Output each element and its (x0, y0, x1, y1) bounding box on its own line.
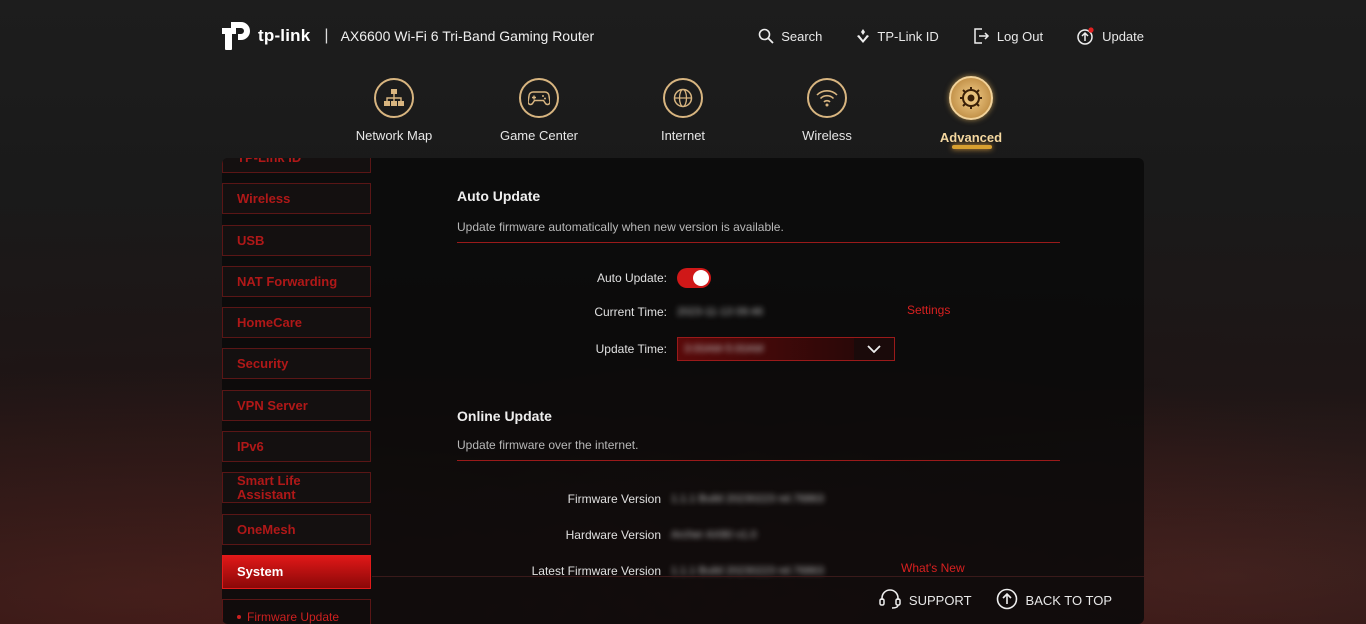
update-label: Update (1102, 28, 1144, 44)
search-icon (758, 28, 774, 44)
tplink-logo-icon (222, 19, 252, 53)
back-to-top-label: BACK TO TOP (1025, 593, 1112, 608)
back-to-top-button[interactable]: BACK TO TOP (996, 588, 1112, 613)
chevron-down-icon (854, 345, 894, 353)
gamepad-icon (519, 78, 559, 118)
network-map-icon (374, 78, 414, 118)
nav-advanced[interactable]: Advanced (899, 76, 1043, 149)
search-button[interactable]: Search (758, 28, 822, 44)
tplink-id-button[interactable]: TP-Link ID (856, 28, 939, 44)
section-divider (457, 460, 1060, 461)
sidebar-item-ipv6[interactable]: IPv6 (222, 431, 371, 463)
online-update-section: Online Update Update firmware over the i… (457, 408, 1060, 461)
update-time-select[interactable]: 3:00AM-5:00AM (677, 337, 895, 361)
sidebar-item-vpn-server[interactable]: VPN Server (222, 389, 371, 421)
sidebar-subitem-firmware-update[interactable]: Firmware Update (222, 599, 371, 624)
update-button[interactable]: Update (1077, 27, 1144, 45)
firmware-version-row: Firmware Version 1.1.1 Build 20230223 re… (451, 492, 824, 506)
router-model: AX6600 Wi-Fi 6 Tri-Band Gaming Router (340, 28, 595, 44)
nav-wireless[interactable]: Wireless (755, 76, 899, 143)
sidebar-item-smart-life-assistant[interactable]: Smart Life Assistant (222, 472, 371, 504)
hardware-version-label: Hardware Version (565, 528, 661, 542)
current-time-value: 2023-11-13 09:46 (677, 306, 764, 318)
sidebar: TP-Link ID Wireless USB NAT Forwarding H… (222, 158, 371, 624)
firmware-version-label: Firmware Version (567, 492, 661, 506)
auto-update-section: Auto Update Update firmware automaticall… (457, 188, 1060, 243)
bullet-icon (237, 615, 241, 620)
hardware-version-value: Archer AX80 v1.0 (671, 529, 757, 541)
tplink-id-label: TP-Link ID (877, 28, 939, 44)
update-time-label: Update Time: (595, 342, 667, 356)
arrow-up-circle-icon (996, 588, 1018, 613)
gear-icon (949, 76, 993, 120)
nav-internet[interactable]: Internet (611, 76, 755, 143)
auto-update-label: Auto Update: (596, 271, 667, 285)
hardware-version-row: Hardware Version Archer AX80 v1.0 (451, 528, 757, 542)
sidebar-item-system[interactable]: System (222, 554, 371, 589)
current-time-row: Current Time: 2023-11-13 09:46 Settings (457, 303, 950, 319)
nav-game-center[interactable]: Game Center (467, 76, 611, 143)
brand-logo[interactable]: tp-link (222, 19, 310, 53)
sidebar-subitem-label: Firmware Update (247, 610, 340, 624)
active-tab-indicator (952, 145, 992, 149)
search-label: Search (781, 28, 823, 44)
brand-name: tp-link (258, 26, 311, 45)
auto-update-row: Auto Update: (457, 268, 711, 288)
logout-button[interactable]: Log Out (973, 28, 1043, 44)
footer: SUPPORT BACK TO TOP (372, 576, 1144, 624)
online-update-description: Update firmware over the internet. (457, 438, 639, 452)
sidebar-item-usb[interactable]: USB (222, 224, 371, 256)
top-actions: Search TP-Link ID Log Out Update (758, 27, 1144, 45)
whats-new-link[interactable]: What's New (901, 561, 965, 575)
logout-icon (973, 28, 990, 44)
current-time-label: Current Time: (594, 305, 667, 319)
sidebar-item-homecare[interactable]: HomeCare (222, 307, 371, 339)
nav-advanced-label: Advanced (939, 130, 1003, 145)
update-time-value: 3:00AM-5:00AM (684, 343, 764, 355)
top-header: tp-link | AX6600 Wi-Fi 6 Tri-Band Gaming… (222, 14, 1144, 58)
section-divider (457, 242, 1060, 243)
update-icon (1077, 27, 1095, 45)
nav-internet-label: Internet (660, 128, 706, 143)
online-update-title: Online Update (457, 408, 552, 424)
main-panel: TP-Link ID Wireless USB NAT Forwarding H… (222, 158, 1144, 624)
nav-wireless-label: Wireless (802, 128, 852, 143)
wifi-icon (807, 78, 847, 118)
update-time-row: Update Time: 3:00AM-5:00AM (457, 337, 895, 361)
header-separator: | (324, 27, 329, 44)
support-button[interactable]: SUPPORT (879, 589, 972, 612)
auto-update-toggle[interactable] (677, 268, 711, 288)
globe-icon (663, 78, 703, 118)
nav-game-center-label: Game Center (499, 128, 579, 143)
toggle-knob (693, 270, 709, 286)
nav-network-map-label: Network Map (355, 128, 433, 143)
sidebar-item-tplink-id[interactable]: TP-Link ID (222, 158, 371, 173)
auto-update-title: Auto Update (457, 188, 541, 204)
logout-label: Log Out (996, 28, 1044, 44)
firmware-version-value: 1.1.1 Build 20230223 rel.76863 (671, 493, 824, 505)
sidebar-item-wireless[interactable]: Wireless (222, 183, 371, 215)
support-label: SUPPORT (908, 593, 972, 608)
tplink-id-icon (856, 28, 870, 44)
sidebar-item-nat-forwarding[interactable]: NAT Forwarding (222, 265, 371, 297)
sidebar-item-onemesh[interactable]: OneMesh (222, 513, 371, 545)
main-nav: Network Map Game Center Internet Wireles… (322, 76, 1042, 156)
settings-link[interactable]: Settings (907, 303, 950, 317)
sidebar-item-security[interactable]: Security (222, 348, 371, 380)
update-time-value-wrap: 3:00AM-5:00AM (678, 338, 854, 360)
headset-icon (879, 589, 901, 612)
auto-update-description: Update firmware automatically when new v… (457, 220, 784, 234)
nav-network-map[interactable]: Network Map (322, 76, 466, 143)
